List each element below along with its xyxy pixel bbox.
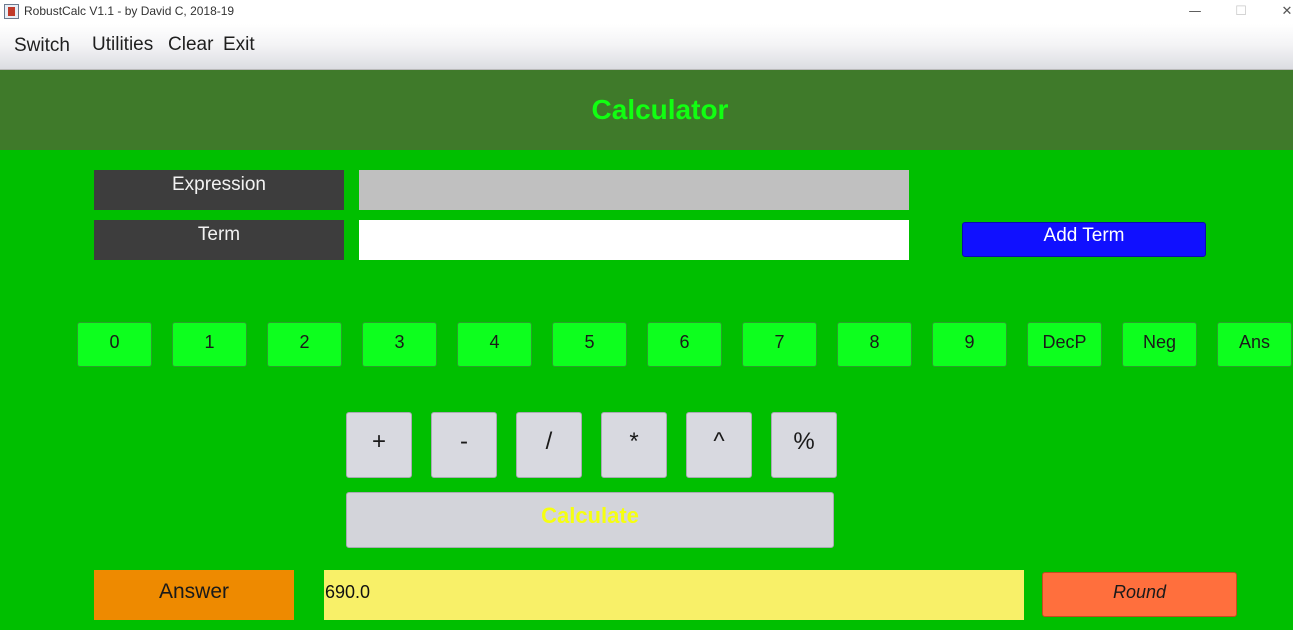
minus-button[interactable]: -: [431, 412, 497, 478]
menu-exit[interactable]: Exit: [223, 34, 255, 56]
minimize-button[interactable]: —: [1172, 2, 1218, 22]
modulo-button[interactable]: %: [771, 412, 837, 478]
power-button[interactable]: ^: [686, 412, 752, 478]
digit-3-button[interactable]: 3: [362, 322, 437, 367]
page-title: Calculator: [591, 94, 729, 125]
menu-switch[interactable]: Switch: [14, 35, 70, 57]
previous-answer-button[interactable]: Ans: [1217, 322, 1292, 367]
calculate-button[interactable]: Calculate: [346, 492, 834, 548]
digit-0-button[interactable]: 0: [77, 322, 152, 367]
digit-7-button[interactable]: 7: [742, 322, 817, 367]
divide-button[interactable]: /: [516, 412, 582, 478]
digit-1-button[interactable]: 1: [172, 322, 247, 367]
digit-9-button[interactable]: 9: [932, 322, 1007, 367]
answer-field: 690.0: [324, 570, 1024, 620]
round-button[interactable]: Round: [1042, 572, 1237, 617]
expression-label: Expression: [94, 170, 344, 210]
term-input[interactable]: [359, 220, 909, 260]
digit-5-button[interactable]: 5: [552, 322, 627, 367]
digit-4-button[interactable]: 4: [457, 322, 532, 367]
decimal-point-button[interactable]: DecP: [1027, 322, 1102, 367]
plus-button[interactable]: +: [346, 412, 412, 478]
close-button[interactable]: ✕: [1264, 2, 1293, 22]
add-term-button[interactable]: Add Term: [962, 222, 1206, 257]
window-title: RobustCalc V1.1 - by David C, 2018-19: [24, 4, 235, 18]
digit-8-button[interactable]: 8: [837, 322, 912, 367]
digit-2-button[interactable]: 2: [267, 322, 342, 367]
java-app-icon: [4, 4, 19, 19]
digit-6-button[interactable]: 6: [647, 322, 722, 367]
menu-utilities[interactable]: Utilities: [92, 34, 153, 56]
multiply-button[interactable]: *: [601, 412, 667, 478]
expression-field: [359, 170, 909, 210]
term-label: Term: [94, 220, 344, 260]
menu-clear[interactable]: Clear: [168, 34, 213, 56]
maximize-button[interactable]: ☐: [1218, 2, 1264, 22]
negate-button[interactable]: Neg: [1122, 322, 1197, 367]
answer-label: Answer: [94, 570, 294, 620]
